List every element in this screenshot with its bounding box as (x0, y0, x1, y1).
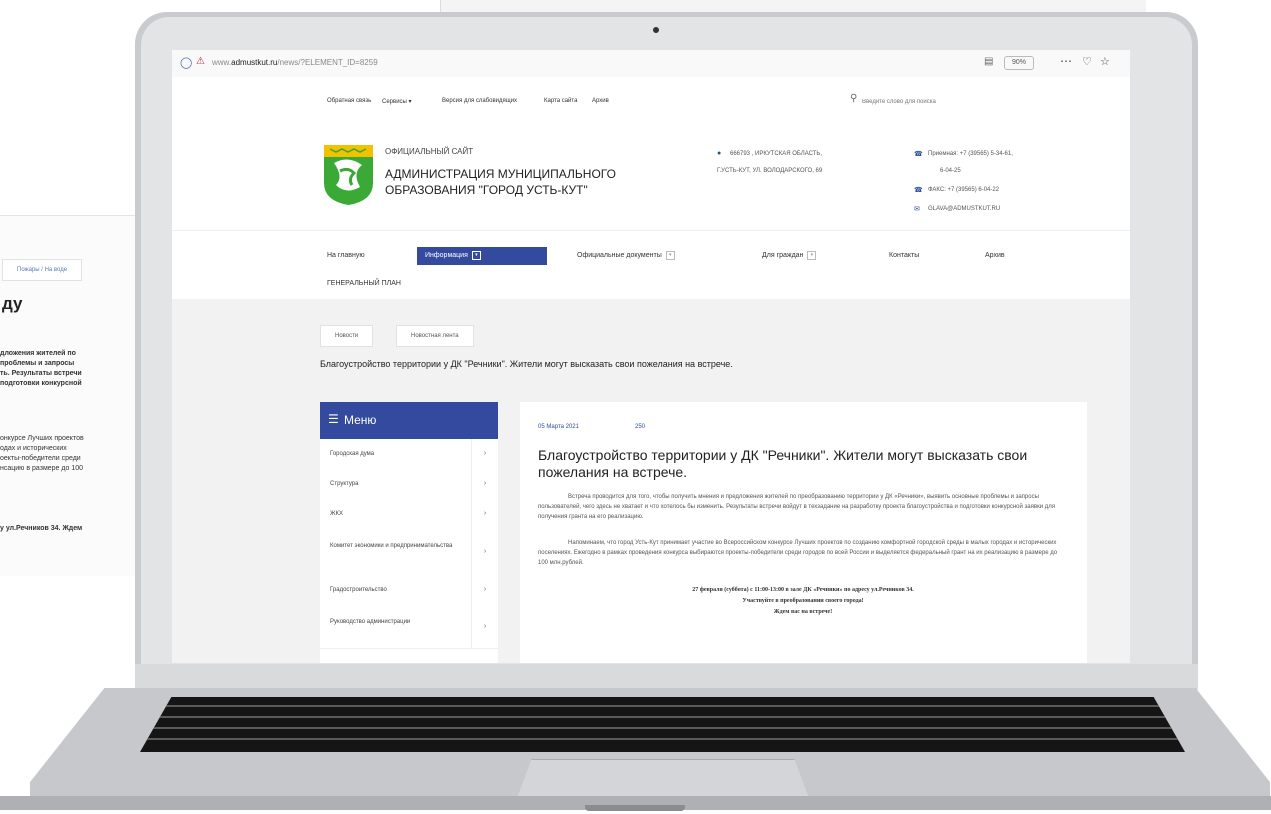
site-title-line2[interactable]: ОБРАЗОВАНИЯ "ГОРОД УСТЬ-КУТ" (385, 183, 588, 197)
email-link[interactable]: GLAVA@ADMUSTKUT.RU (928, 206, 1000, 212)
chevron-right-icon: › (471, 606, 498, 648)
article-callout: Участвуйте в преобразовании своего город… (742, 598, 864, 604)
article-paragraph: Встреча проводится для того, чтобы получ… (538, 494, 1055, 520)
menu-title: Меню (344, 413, 377, 427)
background-text-line: одах и исторических (0, 445, 67, 452)
nav-contacts[interactable]: Контакты (889, 247, 919, 265)
article-views: 250 (635, 424, 646, 430)
background-top-screen (440, 0, 1146, 12)
nav-for-citizens[interactable]: Для граждан ▾ (762, 247, 817, 265)
site-header: ОФИЦИАЛЬНЫЙ САЙТ АДМИНИСТРАЦИЯ МУНИЦИПАЛ… (172, 122, 1130, 230)
sitemap-link[interactable]: Карта сайта (544, 98, 577, 104)
zoom-level-badge[interactable]: 90% (1004, 56, 1034, 70)
menu-item-administration-leadership[interactable]: Руководство администрации › (320, 606, 498, 649)
background-text-line: проблемы и запросы (0, 360, 75, 367)
main-nav: На главную Информация ▾ Официальные докум… (172, 230, 1130, 299)
background-breadcrumb: Пожары / На воде (2, 259, 83, 281)
background-text-line: нсацию в размере до 100 (0, 465, 83, 472)
background-text-line: подготовки конкурсной (0, 380, 82, 387)
browser-address-bar[interactable]: ◯ ⚠ www.admustkut.ru/news/?ELEMENT_ID=82… (172, 50, 1130, 78)
background-text-line: дложения жителей по (0, 350, 76, 357)
menu-item-housing[interactable]: ЖКХ › (320, 499, 498, 530)
webcam (653, 27, 659, 33)
address-line2: Г.УСТЬ-КУТ, УЛ. ВОЛОДАРСКОГО, 69 (717, 168, 823, 174)
bookmark-star-icon[interactable]: ☆ (1100, 55, 1110, 68)
site-info-icon[interactable]: ⚠ (196, 56, 205, 67)
location-pin-icon: ● (717, 150, 722, 157)
laptop-notch (585, 805, 685, 811)
site-subtitle: ОФИЦИАЛЬНЫЙ САЙТ (385, 147, 474, 156)
nav-information[interactable]: Информация ▾ (417, 247, 547, 265)
coat-of-arms-logo[interactable] (322, 143, 375, 207)
chevron-right-icon: › (471, 439, 498, 469)
address-line1: 666793 , ИРКУТСКАЯ ОБЛАСТЬ, (730, 151, 823, 157)
article-callout: 27 февраля (суббота) с 11:00-13:00 в зал… (692, 587, 914, 593)
nav-official-documents[interactable]: Официальные документы ▾ (577, 247, 675, 265)
search-input[interactable] (862, 96, 1102, 108)
background-text-line: онкурсе Лучших проектов (0, 435, 84, 442)
article-title: Благоустройство территории у ДК "Речники… (538, 447, 1028, 480)
chevron-right-icon: › (471, 469, 498, 499)
nav-general-plan[interactable]: ГЕНЕРАЛЬНЫЙ ПЛАН (327, 275, 401, 293)
accessible-version-link[interactable]: Версия для слабовидящих (442, 98, 517, 104)
utility-nav: Обратная связь Сервисы ▾ Версия для слаб… (172, 77, 1130, 123)
archive-link[interactable]: Архив (592, 98, 609, 104)
page-title: Благоустройство территории у ДК "Речники… (320, 359, 733, 369)
hamburger-icon: ☰ (328, 412, 339, 426)
pocket-icon[interactable]: ♡ (1082, 55, 1092, 68)
mail-icon: ✉ (914, 206, 920, 213)
news-article: 05 Марта 2021 250 Благоустройство террит… (520, 402, 1087, 663)
chevron-right-icon: › (471, 574, 498, 606)
menu-item-city-duma[interactable]: Городская дума › (320, 439, 498, 470)
background-document: Пожары / На воде ду дложения жителей по … (0, 215, 150, 576)
reader-view-icon[interactable]: ▤ (984, 56, 993, 67)
phone-extra[interactable]: 6-04-25 (940, 168, 961, 174)
keyboard (140, 697, 1185, 752)
nav-archive[interactable]: Архив (985, 247, 1005, 265)
nav-home[interactable]: На главную (327, 247, 365, 265)
side-menu: ☰ Меню Городская дума › Структура › ЖКХ … (320, 402, 498, 663)
background-title: ду (2, 294, 23, 313)
background-text-line: ть. Результаты встречи (0, 370, 82, 377)
laptop-hinge (135, 664, 1198, 690)
touchpad (517, 759, 809, 798)
shield-icon[interactable]: ◯ (180, 56, 192, 69)
feedback-link[interactable]: Обратная связь (327, 98, 371, 104)
menu-header[interactable]: ☰ Меню (320, 402, 498, 439)
breadcrumb-news[interactable]: Новости (320, 325, 374, 347)
fax-number: ФАКС: +7 (39565) 6-04-22 (928, 187, 1000, 193)
fax-icon: ☎ (914, 187, 923, 194)
menu-item-urban-planning[interactable]: Градостроительство › (320, 574, 498, 607)
laptop-screen: ◯ ⚠ www.admustkut.ru/news/?ELEMENT_ID=82… (172, 50, 1130, 663)
site-title[interactable]: АДМИНИСТРАЦИЯ МУНИЦИПАЛЬНОГО (385, 167, 616, 181)
url-text[interactable]: www.admustkut.ru/news/?ELEMENT_ID=8259 (212, 58, 378, 67)
article-paragraph: Напоминаем, что город Усть-Кут принимает… (538, 540, 1058, 566)
background-text-line: у ул.Речников 34. Ждем (0, 525, 83, 532)
phone-reception[interactable]: Приемная: +7 (39565) 5-34-61, (928, 151, 1013, 157)
more-actions-icon[interactable]: ⋯ (1060, 54, 1072, 68)
chevron-right-icon: › (471, 499, 498, 529)
phone-icon: ☎ (914, 151, 923, 158)
article-date: 05 Марта 2021 (538, 424, 579, 430)
services-link[interactable]: Сервисы ▾ (382, 98, 412, 105)
search-icon[interactable]: ⚲ (850, 93, 857, 104)
background-text-line: оекты-победители среди (0, 455, 81, 462)
menu-item-structure[interactable]: Структура › (320, 469, 498, 500)
menu-item-economy-committee[interactable]: Комитет экономики и предпринимательства … (320, 529, 498, 575)
chevron-right-icon: › (471, 529, 498, 574)
article-callout: Ждем вас на встрече! (773, 609, 833, 615)
breadcrumb-news-feed[interactable]: Новостная лента (396, 325, 474, 347)
